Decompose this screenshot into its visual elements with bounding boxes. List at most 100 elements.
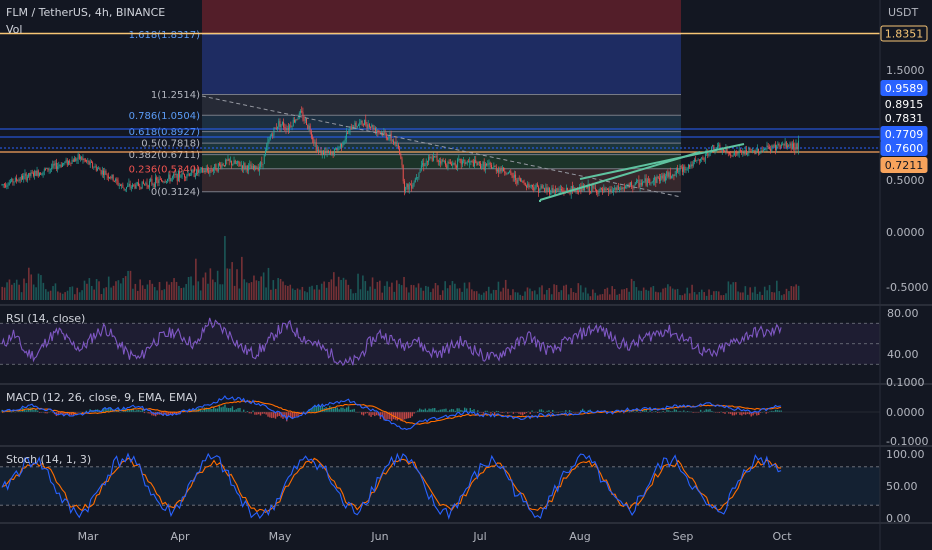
candle: [393, 138, 395, 145]
volume-bar: [185, 284, 187, 300]
candle-body: [394, 141, 396, 144]
price-tags: 1.83510.95890.89150.78310.77090.76000.72…: [880, 25, 928, 173]
volume-bar: [28, 267, 30, 300]
candle: [478, 161, 480, 166]
candle-body: [272, 134, 274, 136]
macd-histogram-bar: [552, 409, 554, 412]
candle-body: [578, 191, 579, 193]
candle-body: [117, 180, 119, 186]
candle: [93, 166, 95, 170]
candle-body: [660, 175, 662, 181]
candle: [118, 182, 120, 189]
stoch-axis-tick: 50.00: [886, 480, 918, 493]
volume-bar: [468, 282, 471, 300]
candle: [81, 155, 83, 161]
candle-body: [37, 170, 39, 176]
candle-body: [673, 174, 675, 176]
volume-bar: [604, 288, 606, 300]
candle-body: [454, 162, 456, 166]
candle-body: [245, 165, 247, 169]
volume-bar: [248, 283, 250, 300]
candle-body: [267, 141, 269, 146]
volume-bar: [722, 295, 725, 300]
candle: [192, 168, 194, 172]
candle-body: [376, 130, 378, 133]
candle: [336, 148, 338, 151]
macd-axis-tick: 0.1000: [886, 376, 925, 389]
candle: [271, 132, 272, 137]
volume-bar: [546, 289, 548, 300]
volume-bar: [289, 284, 292, 300]
volume-bar: [81, 290, 83, 300]
candle-body: [145, 183, 147, 185]
candle: [23, 172, 25, 183]
price-tag-label: 0.9589: [885, 82, 924, 95]
volume-bar: [449, 285, 451, 300]
candle: [115, 177, 117, 183]
currency-label[interactable]: USDT: [888, 6, 918, 19]
candle-body: [410, 184, 411, 186]
fib-zone-top: [202, 0, 681, 35]
candle: [553, 188, 555, 196]
candle-body: [536, 183, 538, 187]
candle-body: [459, 159, 461, 160]
rsi-label[interactable]: RSI (14, close): [6, 312, 85, 325]
candle: [279, 118, 281, 133]
volume-bar: [376, 281, 379, 300]
symbol-title[interactable]: FLM / TetherUS, 4h, BINANCE: [6, 6, 165, 19]
candle-body: [484, 163, 486, 170]
candle-body: [113, 180, 115, 182]
volume-label[interactable]: Vol: [6, 23, 22, 36]
candle-body: [493, 165, 495, 168]
volume-bar: [49, 290, 52, 300]
candle-body: [19, 179, 21, 181]
candle-body: [16, 178, 17, 181]
stoch-label[interactable]: Stoch (14, 1, 3): [6, 453, 91, 466]
candle: [203, 168, 205, 173]
candle: [232, 163, 234, 167]
volume-bar: [466, 288, 468, 300]
volume-bar: [379, 280, 381, 300]
candle-body: [771, 145, 773, 151]
candle: [774, 141, 776, 155]
candle: [593, 184, 595, 189]
volume-bar: [37, 273, 40, 300]
candle: [12, 178, 14, 186]
candle: [402, 164, 404, 184]
candle-body: [139, 185, 141, 188]
volume-bar: [88, 278, 91, 300]
candle-body: [32, 173, 34, 176]
candle-body: [199, 169, 201, 171]
candle-body: [129, 183, 131, 188]
candle: [211, 168, 213, 172]
candle-body: [47, 167, 49, 171]
candle-body: [677, 168, 679, 172]
macd-label[interactable]: MACD (12, 26, close, 9, EMA, EMA): [6, 391, 197, 404]
candle: [522, 180, 524, 184]
candle-body: [159, 178, 161, 180]
macd-histogram-bar: [452, 409, 455, 412]
candle: [607, 187, 608, 191]
candle: [729, 152, 730, 156]
candle: [237, 160, 239, 166]
candle: [470, 160, 472, 166]
candle: [551, 185, 553, 195]
candle: [198, 169, 200, 177]
candle-body: [681, 167, 683, 172]
volume-bar: [158, 281, 161, 300]
candle: [63, 162, 65, 166]
volume-bar: [698, 292, 701, 300]
macd-histogram-bar: [256, 412, 258, 415]
candle: [31, 169, 33, 174]
candle: [297, 116, 299, 120]
volume-bar: [412, 285, 415, 300]
candle-body: [337, 147, 339, 151]
candle: [251, 163, 253, 169]
candle-body: [249, 164, 251, 166]
volume-bar: [320, 283, 323, 300]
candle-body: [312, 137, 314, 140]
volume-bar: [359, 289, 362, 300]
candle: [662, 172, 664, 183]
candle: [759, 151, 761, 155]
candle: [762, 146, 764, 153]
